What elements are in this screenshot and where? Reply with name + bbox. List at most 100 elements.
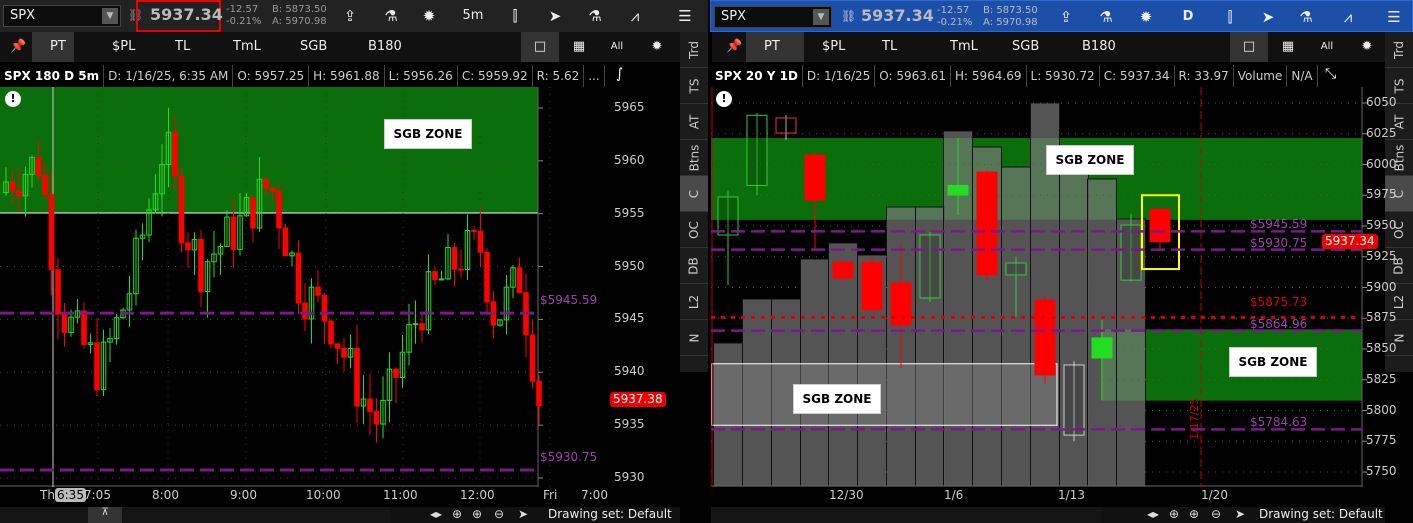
zoom-out-icon[interactable]: ⊖ [494,507,504,521]
candle-body [185,242,191,251]
price-axis-label: 5950 [1366,218,1397,232]
tool-pl[interactable]: $PL [822,32,845,62]
side-tab-db[interactable]: DB [680,248,708,284]
tool-tl[interactable]: TL [175,32,190,62]
pin-icon[interactable]: 📌 [10,32,26,62]
tool-b180[interactable]: B180 [1082,32,1116,62]
time-axis-label: 8:00 [152,488,179,502]
price-axis-label: 5875 [1366,310,1397,325]
side-tab-n[interactable]: N [680,320,708,356]
candle-body [55,269,61,315]
cursor-icon[interactable]: ➤ [518,507,528,521]
all-button[interactable]: All [1308,32,1346,62]
crosshair-icon[interactable]: ⊕ [1169,507,1179,521]
menu-icon[interactable]: ☰ [670,4,700,28]
candle-style-icon[interactable]: ⫿ [1215,5,1245,29]
info-field: H: 5964.69 [951,65,1027,87]
bid-ask: B: 5873.50 A: 5970.98 [983,5,1038,29]
net-change: -12.57 -0.21% [937,5,972,29]
time-axis-label: 1/13 [1058,488,1085,502]
tool-sgb[interactable]: SGB [1012,32,1039,62]
autoscale-icon[interactable]: ⤡ [1325,66,1336,82]
side-tab-btns[interactable]: Btns [680,140,708,176]
side-tab-at[interactable]: AT [680,104,708,140]
left-symbol-selector[interactable]: SPX ▼ [3,5,121,27]
studies-flask-icon[interactable]: ⚗ [580,4,610,28]
tool-b180[interactable]: B180 [368,32,402,62]
drawing-set-selector[interactable]: Drawing set: Default [548,507,672,521]
candle-body [230,216,237,250]
grid-layout-icon[interactable]: ▦ [1269,32,1307,62]
date-marker-label: 1/17/25 [1188,397,1201,440]
crosshair-icon[interactable]: ⊕ [452,507,462,521]
candle-body [393,368,399,379]
studies-flask-icon[interactable]: ⚗ [1291,5,1321,29]
candle-body [42,175,48,196]
cursor-icon[interactable]: ➤ [1235,507,1245,521]
flask-icon[interactable]: ⚗ [376,4,406,28]
tool-sgb[interactable]: SGB [300,32,327,62]
tool-tl[interactable]: TL [882,32,897,62]
info-field: O: 5957.25 [233,65,310,87]
tool-tml[interactable]: TmL [950,32,978,62]
scroll-thumb[interactable]: ⊼ [88,507,122,523]
zoom-out-icon[interactable]: ⊖ [1211,507,1221,521]
cursor-icon[interactable]: ➤ [1253,5,1283,29]
tool-tml[interactable]: TmL [233,32,261,62]
sgb-zone-label: SGB ZONE [793,384,881,414]
side-tab-oc[interactable]: OC [680,212,708,248]
tool-pt[interactable]: PT [746,32,804,62]
grid-layout-icon[interactable]: ▦ [560,32,598,62]
settings-gear-icon[interactable]: ✹ [638,32,676,62]
tool-pt[interactable]: PT [32,32,74,62]
horizontal-scrollbar[interactable] [0,507,390,523]
side-tab-ts[interactable]: TS [680,68,708,104]
candle-body [321,294,328,322]
zoom-in-icon[interactable]: ⊕ [472,507,482,521]
share-icon[interactable]: ⇪ [335,4,365,28]
settings-gear-icon[interactable]: ✹ [1348,32,1386,62]
horizontal-scrollbar[interactable] [711,507,1101,523]
single-layout-icon[interactable]: □ [521,32,559,62]
pan-icon[interactable]: ◂▸ [430,507,442,521]
candle-body [48,194,55,271]
drawings-icon[interactable]: ⩘ [620,4,650,28]
gear-icon[interactable]: ✹ [414,4,444,28]
all-button[interactable]: All [598,32,636,62]
side-tab-trd[interactable]: Trd [680,32,708,68]
zoom-in-icon[interactable]: ⊕ [1189,507,1199,521]
candle-body [536,380,542,407]
candle-body [775,117,797,134]
left-chart[interactable] [0,87,680,487]
tool-pl[interactable]: $PL [112,32,135,62]
chart-style-icon[interactable]: ∫ [616,66,623,82]
side-tab-l2[interactable]: L2 [680,284,708,320]
info-field: N/A [1287,65,1318,87]
drawing-set-selector[interactable]: Drawing set: Default [1259,507,1383,521]
timeframe-button[interactable]: 5m [458,4,488,28]
link-icon[interactable]: ⛓ [841,9,856,23]
timeframe-button[interactable]: D [1173,5,1203,29]
chevron-down-icon[interactable]: ▼ [813,9,829,25]
side-tab-trd[interactable]: Trd [1385,32,1413,68]
gear-icon[interactable]: ✹ [1131,5,1161,29]
side-tab-c[interactable]: C [680,176,708,212]
single-layout-icon[interactable]: □ [1230,32,1268,62]
candle-body [250,197,256,229]
chevron-down-icon[interactable]: ▼ [102,8,118,24]
pan-icon[interactable]: ◂▸ [1147,507,1159,521]
menu-icon[interactable]: ☰ [1379,5,1409,29]
tab-label: L2 [686,294,701,309]
candle-body [198,238,204,293]
candle-body [178,175,185,244]
pin-icon[interactable]: 📌 [726,32,742,62]
right-symbol-selector[interactable]: SPX ▼ [714,6,832,28]
drawings-icon[interactable]: ⩘ [1333,5,1363,29]
share-icon[interactable]: ⇪ [1051,5,1081,29]
candle-style-icon[interactable]: ⫿ [500,4,530,28]
current-price-tag: 5937.38 [610,391,666,407]
price-axis-label: 5975 [1366,187,1397,202]
flask-icon[interactable]: ⚗ [1091,5,1121,29]
candle-body [1149,208,1171,243]
cursor-icon[interactable]: ➤ [540,4,570,28]
